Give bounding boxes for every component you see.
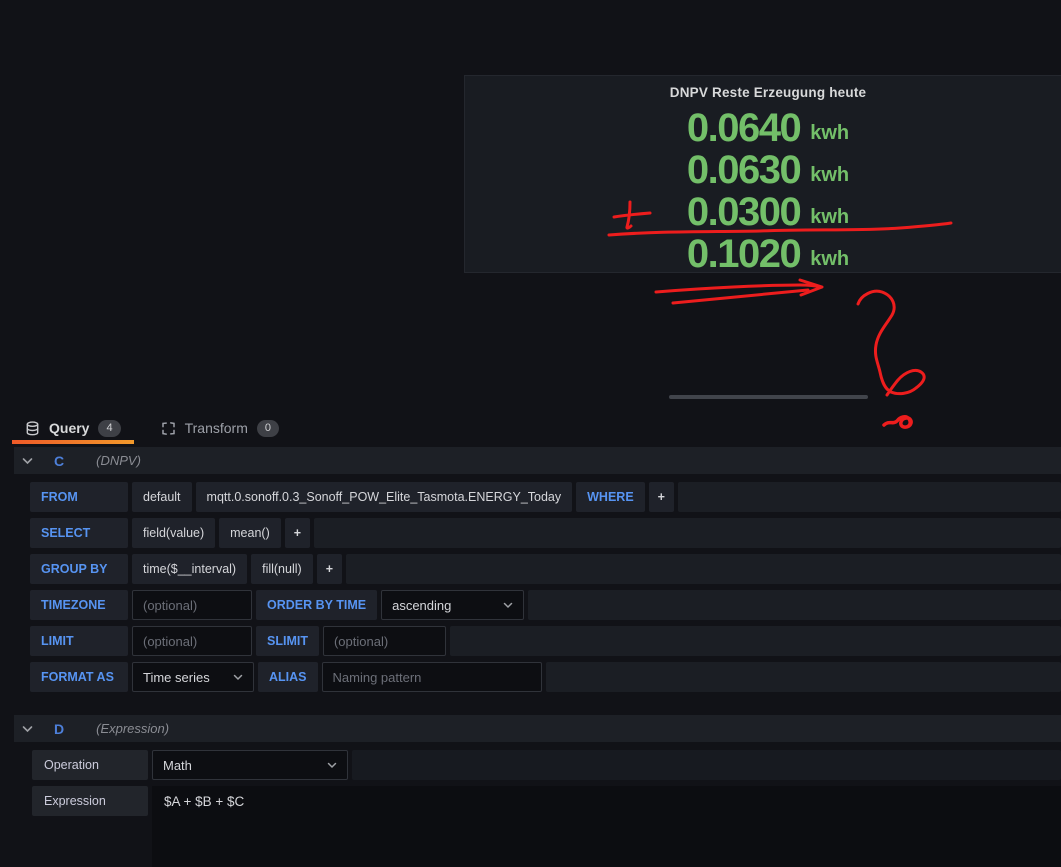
group-by-time-segment[interactable]: time($__interval) — [132, 554, 247, 584]
chevron-down-icon — [22, 725, 34, 733]
format-as-label: FORMAT AS — [30, 662, 128, 692]
resize-handle[interactable] — [669, 395, 868, 399]
tab-query[interactable]: Query 4 — [12, 413, 134, 443]
query-ref-id: D — [54, 721, 64, 737]
expression-row: Expression $A + $B + $C — [32, 786, 1061, 867]
from-row: FROM default mqtt.0.sonoff.0.3_Sonoff_PO… — [30, 482, 1061, 512]
timezone-row: TIMEZONE ORDER BY TIME ascending — [30, 590, 1061, 620]
operation-value: Math — [163, 758, 192, 773]
aggregation-segment[interactable]: mean() — [219, 518, 281, 548]
stat-panel: DNPV Reste Erzeugung heute 0.0640 kwh 0.… — [464, 75, 1061, 273]
select-row: SELECT field(value) mean() + — [30, 518, 1061, 548]
row-filler — [314, 518, 1061, 548]
group-by-row: GROUP BY time($__interval) fill(null) + — [30, 554, 1061, 584]
database-icon — [25, 421, 40, 436]
annotation-arrow-line — [673, 290, 808, 303]
stat-unit: kwh — [810, 207, 849, 227]
alias-input[interactable] — [322, 662, 542, 692]
annotation-squiggle — [858, 291, 924, 395]
row-filler — [546, 662, 1061, 692]
stat-value: 0.1020 — [687, 234, 800, 274]
retention-policy-segment[interactable]: default — [132, 482, 192, 512]
query-c-rows: FROM default mqtt.0.sonoff.0.3_Sonoff_PO… — [30, 482, 1061, 692]
stat-value-line: 0.0640 kwh — [465, 107, 1061, 149]
chevron-down-icon — [327, 762, 337, 769]
panel-title: DNPV Reste Erzeugung heute — [465, 85, 1061, 100]
query-d-header[interactable]: D (Expression) — [14, 715, 1061, 742]
measurement-segment[interactable]: mqtt.0.sonoff.0.3_Sonoff_POW_Elite_Tasmo… — [196, 482, 573, 512]
stat-unit: kwh — [810, 249, 849, 269]
select-label: SELECT — [30, 518, 128, 548]
stat-value-line: 0.1020 kwh — [465, 233, 1061, 275]
stat-value-line: 0.0630 kwh — [465, 149, 1061, 191]
from-label: FROM — [30, 482, 128, 512]
limit-input[interactable] — [132, 626, 252, 656]
transform-icon — [161, 421, 176, 436]
stat-values: 0.0640 kwh 0.0630 kwh 0.0300 kwh 0.1020 … — [465, 107, 1061, 275]
chevron-down-icon — [503, 602, 513, 609]
add-where-button[interactable]: + — [649, 482, 674, 512]
query-editor: Query 4 Transform 0 C (DNPV) FROM — [0, 413, 1061, 867]
annotation-arrow-head — [800, 280, 822, 295]
operation-select[interactable]: Math — [152, 750, 348, 780]
stat-value: 0.0630 — [687, 150, 800, 190]
alias-label: ALIAS — [258, 662, 318, 692]
slimit-input[interactable] — [323, 626, 446, 656]
query-type-label: (Expression) — [96, 721, 169, 736]
query-d-rows: Operation Math Expression $A + $B + $C — [32, 750, 1061, 867]
row-filler — [450, 626, 1061, 656]
tab-transform[interactable]: Transform 0 — [148, 413, 292, 443]
format-as-row: FORMAT AS Time series ALIAS — [30, 662, 1061, 692]
row-filler — [678, 482, 1061, 512]
group-by-label: GROUP BY — [30, 554, 128, 584]
expression-value: $A + $B + $C — [164, 794, 244, 809]
chevron-down-icon — [22, 457, 34, 465]
timezone-label: TIMEZONE — [30, 590, 128, 620]
format-as-select[interactable]: Time series — [132, 662, 254, 692]
add-select-button[interactable]: + — [285, 518, 310, 548]
operation-row: Operation Math — [32, 750, 1061, 780]
query-c-header[interactable]: C (DNPV) — [14, 447, 1061, 474]
format-as-value: Time series — [143, 670, 210, 685]
row-filler — [528, 590, 1061, 620]
field-segment[interactable]: field(value) — [132, 518, 215, 548]
transform-count-badge: 0 — [257, 420, 279, 437]
stat-value: 0.0300 — [687, 192, 800, 232]
chevron-down-icon — [233, 674, 243, 681]
query-count-badge: 4 — [98, 420, 120, 437]
editor-tabbar: Query 4 Transform 0 — [0, 413, 1061, 443]
stat-unit: kwh — [810, 165, 849, 185]
tab-query-label: Query — [49, 420, 89, 436]
stat-value-line: 0.0300 kwh — [465, 191, 1061, 233]
where-label: WHERE — [576, 482, 645, 512]
stat-unit: kwh — [810, 123, 849, 143]
query-type-label: (DNPV) — [96, 453, 141, 468]
row-filler — [352, 750, 1061, 780]
add-group-by-button[interactable]: + — [317, 554, 342, 584]
timezone-input[interactable] — [132, 590, 252, 620]
slimit-label: SLIMIT — [256, 626, 319, 656]
limit-row: LIMIT SLIMIT — [30, 626, 1061, 656]
expression-label: Expression — [32, 786, 148, 816]
operation-label: Operation — [32, 750, 148, 780]
limit-label: LIMIT — [30, 626, 128, 656]
stat-value: 0.0640 — [687, 108, 800, 148]
annotation-arrow-line — [656, 285, 821, 292]
order-by-time-label: ORDER BY TIME — [256, 590, 377, 620]
expression-editor[interactable]: $A + $B + $C — [152, 786, 1061, 867]
order-by-time-value: ascending — [392, 598, 451, 613]
query-ref-id: C — [54, 453, 64, 469]
fill-segment[interactable]: fill(null) — [251, 554, 313, 584]
order-by-time-select[interactable]: ascending — [381, 590, 524, 620]
row-filler — [346, 554, 1061, 584]
tab-transform-label: Transform — [185, 420, 248, 436]
